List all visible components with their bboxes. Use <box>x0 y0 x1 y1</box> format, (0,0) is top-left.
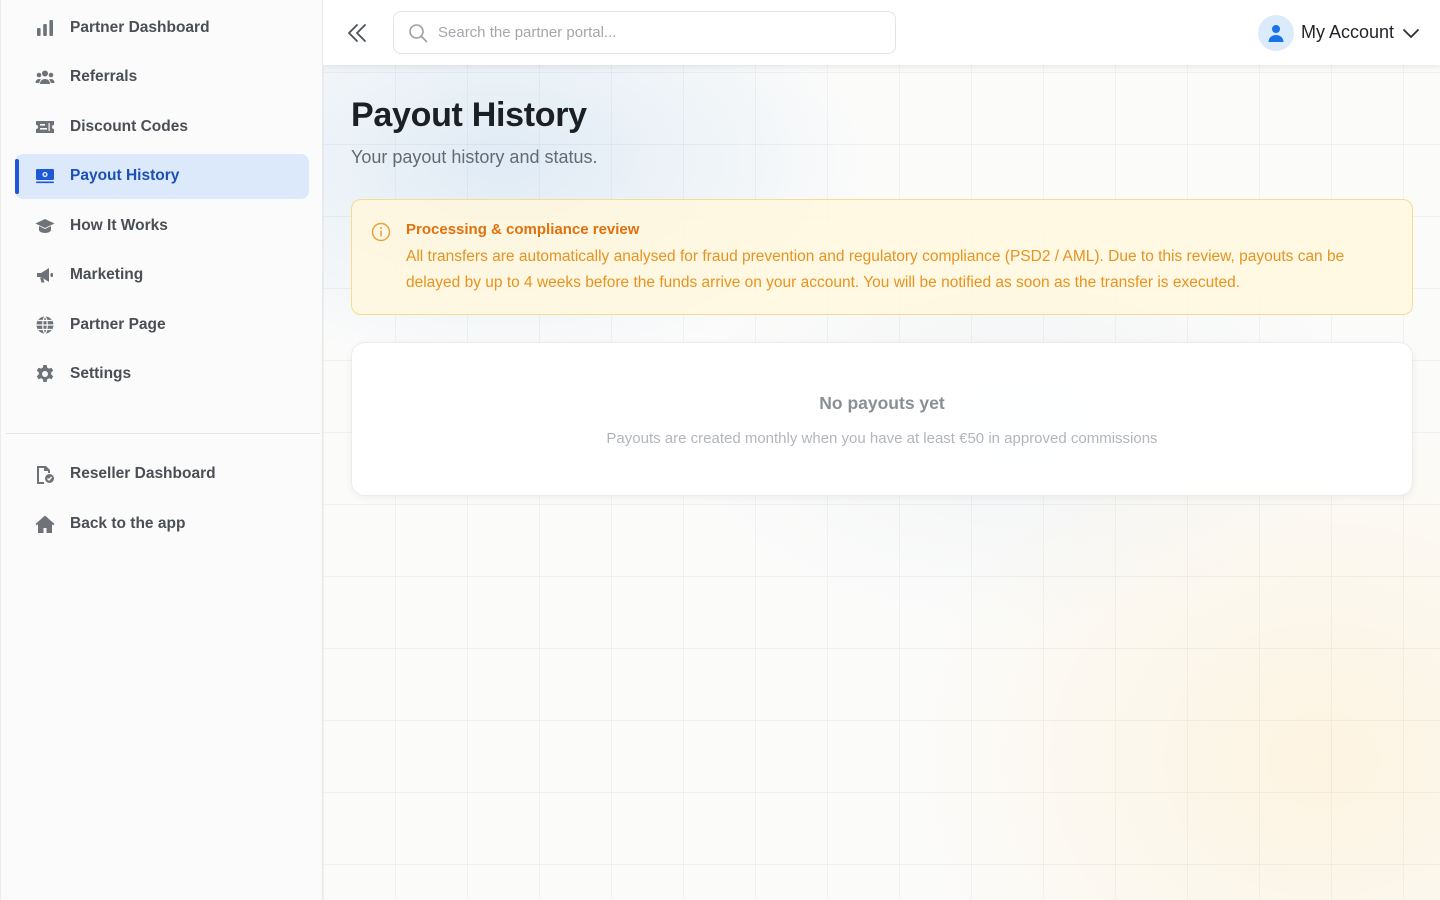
page-title: Payout History <box>351 96 587 134</box>
account-label: My Account <box>1300 22 1394 42</box>
chevron-down-icon <box>1402 24 1420 42</box>
avatar <box>1257 14 1294 51</box>
bar-chart-icon <box>34 17 56 39</box>
search-icon <box>408 23 428 43</box>
sidebar-item-label: Partner Page <box>70 315 166 333</box>
sidebar-item-partner-dashboard[interactable]: Partner Dashboard <box>15 5 309 50</box>
empty-state-text: Payouts are created monthly when you hav… <box>606 430 1158 447</box>
users-icon <box>34 66 56 88</box>
info-icon <box>371 222 391 242</box>
money-bill-icon <box>34 165 56 187</box>
sidebar-divider <box>6 433 320 434</box>
sidebar-item-settings[interactable]: Settings <box>15 352 309 397</box>
alert-body: All transfers are automatically analysed… <box>406 248 1345 291</box>
ticket-icon <box>34 116 56 138</box>
sidebar-item-label: Payout History <box>70 167 180 184</box>
sidebar-item-partner-page[interactable]: Partner Page <box>15 302 309 347</box>
sidebar-item-label: How It Works <box>70 216 168 234</box>
double-chevron-left-icon <box>346 22 368 44</box>
sidebar-item-label: Partner Dashboard <box>70 18 210 36</box>
main-content: My Account Payout History Your payout hi… <box>323 0 1440 900</box>
sidebar-item-how-it-works[interactable]: How It Works <box>15 203 309 248</box>
compliance-alert: Processing & compliance review All trans… <box>351 199 1413 315</box>
reseller-icon <box>34 463 56 485</box>
sidebar-item-payout-history[interactable]: Payout History <box>15 153 309 199</box>
search-box <box>393 11 896 54</box>
sidebar: Partner Dashboard Referrals Discount Cod… <box>0 0 323 900</box>
page-subtitle: Your payout history and status. <box>351 147 598 167</box>
megaphone-icon <box>34 264 56 286</box>
sidebar-item-label: Reseller Dashboard <box>70 464 216 482</box>
sidebar-nav: Partner Dashboard Referrals Discount Cod… <box>15 5 309 401</box>
sidebar-item-marketing[interactable]: Marketing <box>15 253 309 298</box>
sidebar-item-label: Marketing <box>70 266 144 283</box>
sidebar-item-discount-codes[interactable]: Discount Codes <box>15 104 309 149</box>
sidebar-item-back-to-app[interactable]: Back to the app <box>15 501 309 546</box>
graduation-cap-icon <box>34 215 56 237</box>
sidebar-item-label: Settings <box>70 365 132 382</box>
search-input[interactable] <box>438 24 868 41</box>
globe-icon <box>34 314 56 336</box>
sidebar-item-reseller-dashboard[interactable]: Reseller Dashboard <box>15 451 309 496</box>
sidebar-item-label: Referrals <box>70 68 138 85</box>
empty-state-card: No payouts yet Payouts are created month… <box>351 342 1413 496</box>
empty-state-title: No payouts yet <box>819 393 945 413</box>
collapse-sidebar-button[interactable] <box>343 19 371 47</box>
alert-title: Processing & compliance review <box>406 221 640 238</box>
home-icon <box>34 513 56 535</box>
top-bar: My Account <box>323 0 1440 65</box>
account-menu[interactable]: My Account <box>1257 14 1420 51</box>
gear-icon <box>34 363 56 385</box>
user-icon <box>1268 24 1284 42</box>
sidebar-item-referrals[interactable]: Referrals <box>15 55 309 100</box>
sidebar-item-label: Discount Codes <box>70 117 188 135</box>
sidebar-secondary-nav: Reseller Dashboard Back to the app <box>15 451 309 551</box>
sidebar-item-label: Back to the app <box>70 514 186 532</box>
